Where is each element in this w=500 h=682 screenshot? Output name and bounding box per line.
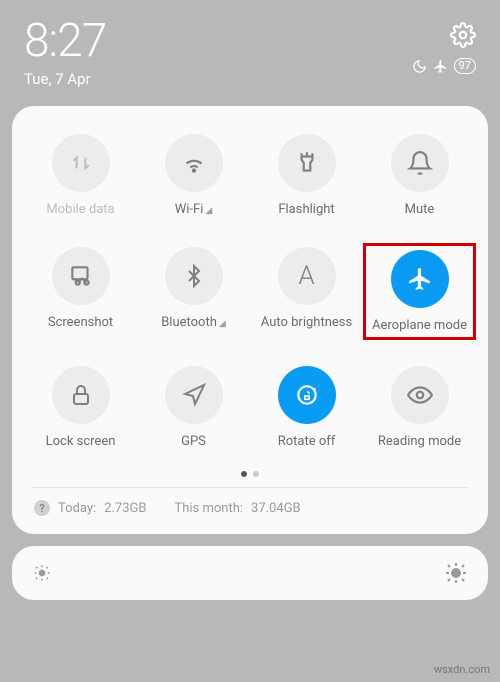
tile-gps[interactable]: GPS	[137, 362, 250, 453]
settings-icon[interactable]	[450, 22, 476, 48]
mute-bell-icon	[391, 134, 449, 192]
usage-month-label: This month:	[174, 501, 243, 516]
clock-time: 8:27	[24, 18, 106, 64]
tile-auto-brightness[interactable]: A Auto brightness	[250, 243, 363, 340]
tile-lock-screen[interactable]: Lock screen	[24, 362, 137, 453]
tile-mobile-data[interactable]: Mobile data	[24, 130, 137, 221]
usage-today-label: Today:	[58, 501, 96, 516]
auto-brightness-icon: A	[278, 247, 336, 305]
battery-indicator: 97	[454, 58, 476, 74]
tile-label: Mute	[405, 202, 435, 217]
page-indicator	[24, 471, 476, 477]
tile-mute[interactable]: Mute	[363, 130, 476, 221]
tile-label: Mobile data	[46, 202, 114, 217]
rotate-lock-icon	[278, 366, 336, 424]
usage-month-value: 37.04GB	[251, 501, 301, 516]
page-dot-1	[241, 471, 247, 477]
watermark: wsxdn.com	[434, 663, 490, 676]
tile-label: Rotate off	[278, 434, 336, 449]
reading-eye-icon	[391, 366, 449, 424]
info-icon: ?	[34, 500, 50, 516]
gps-navigation-icon	[165, 366, 223, 424]
tile-label: Auto brightness	[261, 315, 352, 330]
clock-date: Tue, 7 Apr	[24, 70, 106, 88]
tile-label: Lock screen	[46, 434, 116, 449]
status-icons: 97	[412, 58, 476, 74]
usage-today-value: 2.73GB	[104, 501, 146, 516]
time-block: 8:27 Tue, 7 Apr	[24, 18, 106, 88]
tile-wifi[interactable]: Wi-Fi◢	[137, 130, 250, 221]
tile-label: GPS	[181, 434, 206, 449]
lock-icon	[52, 366, 110, 424]
tile-label: Screenshot	[48, 315, 113, 330]
brightness-slider[interactable]	[12, 546, 488, 600]
quick-settings-panel: Mobile data Wi-Fi◢ Flashlight Mute Scre	[12, 106, 488, 534]
mobile-data-icon	[52, 134, 110, 192]
brightness-high-icon	[444, 561, 468, 585]
tile-label: Reading mode	[378, 434, 461, 449]
wifi-icon	[165, 134, 223, 192]
flashlight-icon	[278, 134, 336, 192]
tile-label: Bluetooth◢	[161, 315, 226, 330]
airplane-icon	[391, 250, 449, 308]
tile-label: Aeroplane mode	[372, 318, 467, 333]
tile-aeroplane-mode[interactable]: Aeroplane mode	[363, 243, 476, 340]
tile-flashlight[interactable]: Flashlight	[250, 130, 363, 221]
airplane-status-icon	[433, 59, 448, 74]
notification-header: 8:27 Tue, 7 Apr 97	[0, 0, 500, 94]
brightness-low-icon	[32, 563, 52, 583]
divider	[32, 487, 468, 488]
tile-reading-mode[interactable]: Reading mode	[363, 362, 476, 453]
tile-label: Wi-Fi◢	[175, 202, 213, 217]
tile-label: Flashlight	[278, 202, 334, 217]
screenshot-icon	[52, 247, 110, 305]
data-usage-row[interactable]: ? Today: 2.73GB This month: 37.04GB	[24, 496, 476, 522]
page-dot-2	[253, 471, 259, 477]
tile-rotate-off[interactable]: Rotate off	[250, 362, 363, 453]
tile-bluetooth[interactable]: Bluetooth◢	[137, 243, 250, 340]
dnd-moon-icon	[412, 59, 427, 74]
tile-screenshot[interactable]: Screenshot	[24, 243, 137, 340]
bluetooth-icon	[165, 247, 223, 305]
